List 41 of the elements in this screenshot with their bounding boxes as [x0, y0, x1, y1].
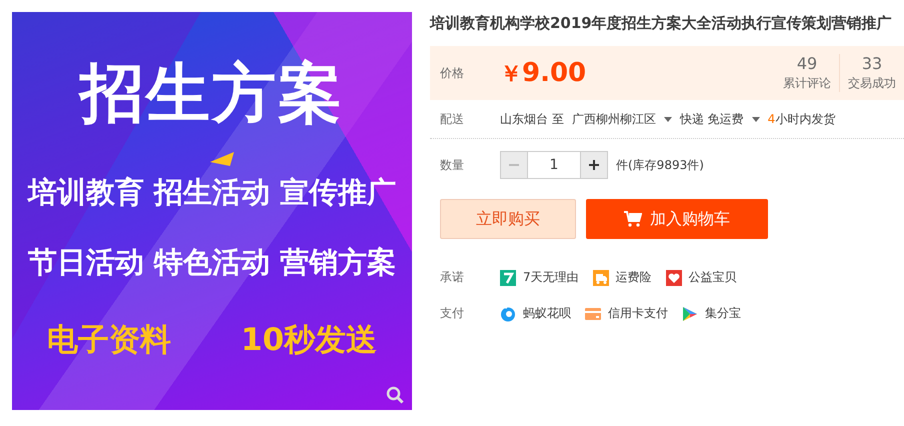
destination-select[interactable]: 广西柳州柳江区: [572, 110, 656, 128]
stat-label: 交易成功: [848, 75, 896, 92]
service-label: 集分宝: [705, 305, 741, 322]
ship-from: 山东烟台 至: [500, 110, 564, 128]
triangle-icon: [210, 152, 236, 166]
row-label: 支付: [440, 305, 465, 322]
stock-text: 件(库存9893件): [616, 156, 704, 174]
banner-headline: 招生方案: [80, 56, 344, 133]
row-label: 承诺: [440, 269, 465, 286]
caret-icon: [664, 116, 672, 122]
stat-value: 33: [862, 54, 882, 73]
row-label: 价格: [440, 64, 465, 82]
stat-label: 累计评论: [783, 75, 831, 92]
price: ￥9.00: [500, 58, 588, 88]
search-icon[interactable]: [386, 386, 404, 404]
service-label: 公益宝贝: [688, 269, 737, 286]
banner-text: 电子资料: [46, 321, 171, 360]
service-label: 运费险: [616, 269, 652, 286]
banner-text: 10秒发送: [240, 321, 378, 360]
product-title: 培训教育机构学校2019年度招生方案大全活动执行宣传策划营销推广: [430, 13, 893, 34]
triangle-icon: [682, 306, 698, 322]
quantity-field[interactable]: 1: [527, 152, 581, 178]
plus-icon: [588, 159, 600, 171]
dispatch-text: 小时内发货: [775, 110, 836, 128]
service-label: 7天无理由: [523, 269, 579, 286]
service-label: 信用卡支付: [608, 305, 668, 322]
cart-icon: [624, 211, 642, 227]
banner-text: 节日活动 特色活动 营销方案: [28, 244, 396, 281]
seven-icon: [500, 270, 516, 286]
service-label: 蚂蚁花呗: [523, 305, 571, 322]
caret-icon: [752, 116, 760, 122]
banner-text: 培训教育 招生活动 宣传推广: [28, 174, 396, 211]
dispatch-hours: 4: [768, 112, 776, 126]
truck-icon: [592, 270, 609, 286]
card-icon: [585, 306, 601, 322]
increase-button[interactable]: [581, 152, 607, 178]
row-label: 配送: [440, 110, 465, 128]
quantity-stepper[interactable]: 1: [500, 151, 608, 179]
stat-value: 49: [796, 54, 818, 73]
row-label: 数量: [440, 156, 465, 174]
shipping-select[interactable]: 快递 免运费: [680, 110, 744, 128]
